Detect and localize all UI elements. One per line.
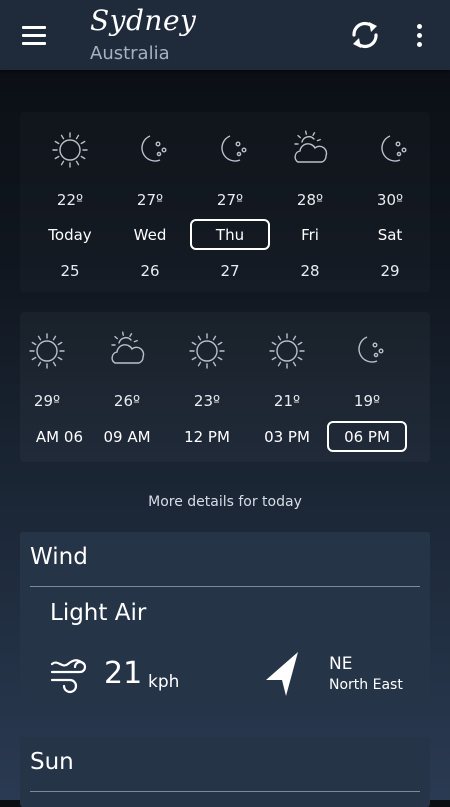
day-date: 29 (380, 262, 400, 280)
hour-tab[interactable]: 09 AM (87, 428, 167, 446)
city-name[interactable]: Sydney (90, 4, 196, 37)
sun-card: Sun (20, 737, 430, 807)
refresh-icon[interactable] (348, 18, 382, 52)
day-temperature: 27º (216, 191, 244, 209)
moon-stars-icon (370, 130, 410, 170)
wind-direction-code: NE (329, 654, 353, 674)
hour-temperature: 23º (193, 392, 221, 410)
hour-tab[interactable]: 12 PM (167, 428, 247, 446)
hour-tab[interactable]: 06 PM (327, 428, 407, 446)
sun-icon (267, 331, 307, 371)
moon-stars-icon (347, 331, 387, 371)
navigation-arrow-icon (266, 652, 298, 696)
cloud-sun-icon (107, 331, 147, 371)
day-temperature: 30º (376, 191, 404, 209)
daily-forecast-panel: 22º Today 25 27º Wed 26 27º Thu 27 28º Fri 28 30º Sat… (20, 112, 430, 292)
day-date: 27 (220, 262, 240, 280)
day-temperature: 27º (136, 191, 164, 209)
day-temperature: 22º (56, 191, 84, 209)
country-name: Australia (90, 43, 170, 64)
sun-icon (27, 331, 67, 371)
hour-temperature: 26º (113, 392, 141, 410)
hour-temperature: 29º (33, 392, 61, 410)
wind-description: Light Air (50, 600, 147, 626)
moon-stars-icon (210, 130, 250, 170)
more-details-link[interactable]: More details for today (0, 494, 450, 510)
day-tab-thu[interactable]: Thu (190, 226, 270, 244)
more-vertical-icon[interactable] (417, 24, 427, 48)
day-tab-wed[interactable]: Wed (110, 226, 190, 244)
divider (30, 791, 420, 792)
cloud-sun-icon (290, 130, 330, 170)
wind-icon (50, 659, 87, 694)
day-temperature: 28º (296, 191, 324, 209)
hour-temperature: 21º (273, 392, 301, 410)
moon-stars-icon (130, 130, 170, 170)
day-tab-sat[interactable]: Sat (350, 226, 430, 244)
hourly-forecast-panel: 29º 06 AM 26º 09 AM 23º 12 PM 21º 03 PM 19º 06 PM (20, 312, 430, 462)
day-date: 26 (140, 262, 160, 280)
day-tab-fri[interactable]: Fri (270, 226, 350, 244)
day-tab-today[interactable]: Today (30, 226, 110, 244)
wind-speed-value: 21 (104, 656, 143, 691)
hamburger-menu-icon[interactable] (22, 26, 48, 46)
hour-tab[interactable]: 06 AM (20, 428, 83, 446)
hour-tab[interactable]: 03 PM (247, 428, 327, 446)
wind-direction-name: North East (329, 677, 403, 693)
hour-temperature: 19º (353, 392, 381, 410)
wind-speed-unit: kph (148, 672, 180, 692)
sun-icon (187, 331, 227, 371)
day-date: 25 (60, 262, 80, 280)
day-date: 28 (300, 262, 320, 280)
wind-card-title: Wind (30, 544, 88, 570)
wind-card: Wind Light Air 21 kph NE North East (20, 532, 430, 717)
sun-card-title: Sun (30, 749, 74, 775)
app-bar: Sydney Australia (0, 0, 450, 70)
divider (30, 586, 420, 587)
sun-icon (50, 130, 90, 170)
